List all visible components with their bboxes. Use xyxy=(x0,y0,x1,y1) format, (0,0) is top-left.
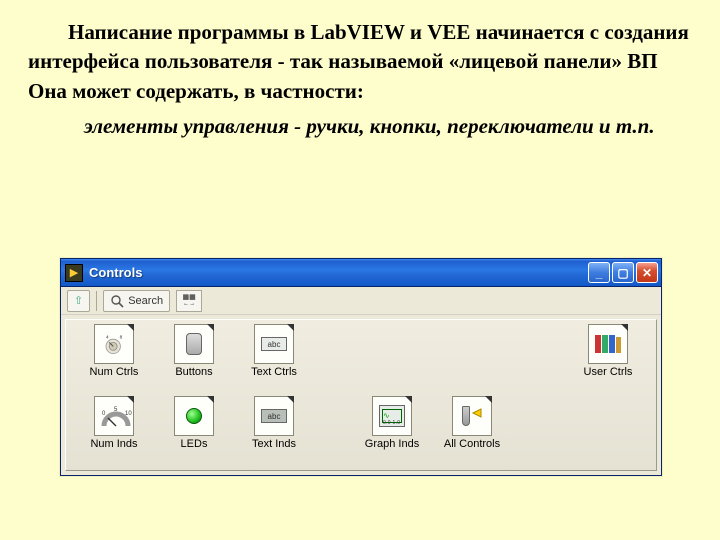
view-mode-button[interactable]: ▦▦ ←→ xyxy=(176,290,202,312)
palette-item-label: Num Inds xyxy=(90,438,137,450)
app-icon: ▶ xyxy=(65,264,83,282)
palette-item-label: User Ctrls xyxy=(584,366,633,378)
palette-item-label: All Controls xyxy=(444,438,500,450)
graph-icon: ∿0.0 1.0 xyxy=(379,405,405,427)
close-button[interactable]: ✕ xyxy=(636,262,658,283)
palette-item-label: Text Ctrls xyxy=(251,366,297,378)
palette-row-2: 0510 Num Inds LEDs abc Text Inds ∿0.0 xyxy=(74,396,648,468)
palette-item-graph-inds[interactable]: ∿0.0 1.0 Graph Inds xyxy=(352,396,432,468)
palette-item-leds[interactable]: LEDs xyxy=(154,396,234,468)
palette-item-num-ctrls[interactable]: 48 Num Ctrls xyxy=(74,324,154,396)
palette-item-user-ctrls[interactable]: User Ctrls xyxy=(568,324,648,396)
slide-text-block: Написание программы в LabVIEW и VEE начи… xyxy=(0,0,720,142)
button-icon xyxy=(186,333,202,355)
palette-item-num-inds[interactable]: 0510 Num Inds xyxy=(74,396,154,468)
palette-item-label: Num Ctrls xyxy=(90,366,139,378)
led-icon xyxy=(186,408,202,424)
svg-text:10: 10 xyxy=(125,411,132,417)
window-title: Controls xyxy=(89,265,588,280)
palette-item-text-inds[interactable]: abc Text Inds xyxy=(234,396,314,468)
search-label: Search xyxy=(128,295,163,307)
dial-icon: 0510 xyxy=(100,406,128,426)
up-button[interactable]: ⇧ xyxy=(67,290,90,312)
up-icon: ⇧ xyxy=(74,294,83,307)
search-icon xyxy=(110,294,124,308)
all-controls-icon xyxy=(462,406,483,426)
palette-row-1: 48 Num Ctrls Buttons abc Text Ctrls xyxy=(74,324,648,396)
minimize-button[interactable]: _ xyxy=(588,262,610,283)
grid-icon: ▦▦ xyxy=(182,294,195,301)
search-button[interactable]: Search xyxy=(103,290,170,312)
maximize-button[interactable]: ▢ xyxy=(612,262,634,283)
svg-text:0: 0 xyxy=(102,411,106,417)
paragraph-1: Написание программы в LabVIEW и VEE начи… xyxy=(28,18,692,106)
palette-item-buttons[interactable]: Buttons xyxy=(154,324,234,396)
knob-icon: 48 xyxy=(102,332,126,356)
paragraph-2: элементы управления - ручки, кнопки, пер… xyxy=(28,112,692,141)
palette-item-label: LEDs xyxy=(181,438,208,450)
svg-text:8: 8 xyxy=(120,334,123,340)
titlebar[interactable]: ▶ Controls _ ▢ ✕ xyxy=(61,259,661,287)
svg-text:4: 4 xyxy=(106,334,109,340)
palette-item-all-controls[interactable]: All Controls xyxy=(432,396,512,468)
text-ind-icon: abc xyxy=(261,409,287,423)
user-ctrls-icon xyxy=(595,335,621,353)
palette-item-label: Buttons xyxy=(175,366,212,378)
text-ctrl-icon: abc xyxy=(261,337,287,351)
palette: 48 Num Ctrls Buttons abc Text Ctrls xyxy=(65,319,657,471)
toolbar: ⇧ Search ▦▦ ←→ xyxy=(61,287,661,315)
palette-item-label: Graph Inds xyxy=(365,438,419,450)
toolbar-separator xyxy=(96,291,97,311)
controls-window: ▶ Controls _ ▢ ✕ ⇧ Search ▦▦ ←→ xyxy=(60,258,662,476)
palette-item-label: Text Inds xyxy=(252,438,296,450)
palette-item-text-ctrls[interactable]: abc Text Ctrls xyxy=(234,324,314,396)
